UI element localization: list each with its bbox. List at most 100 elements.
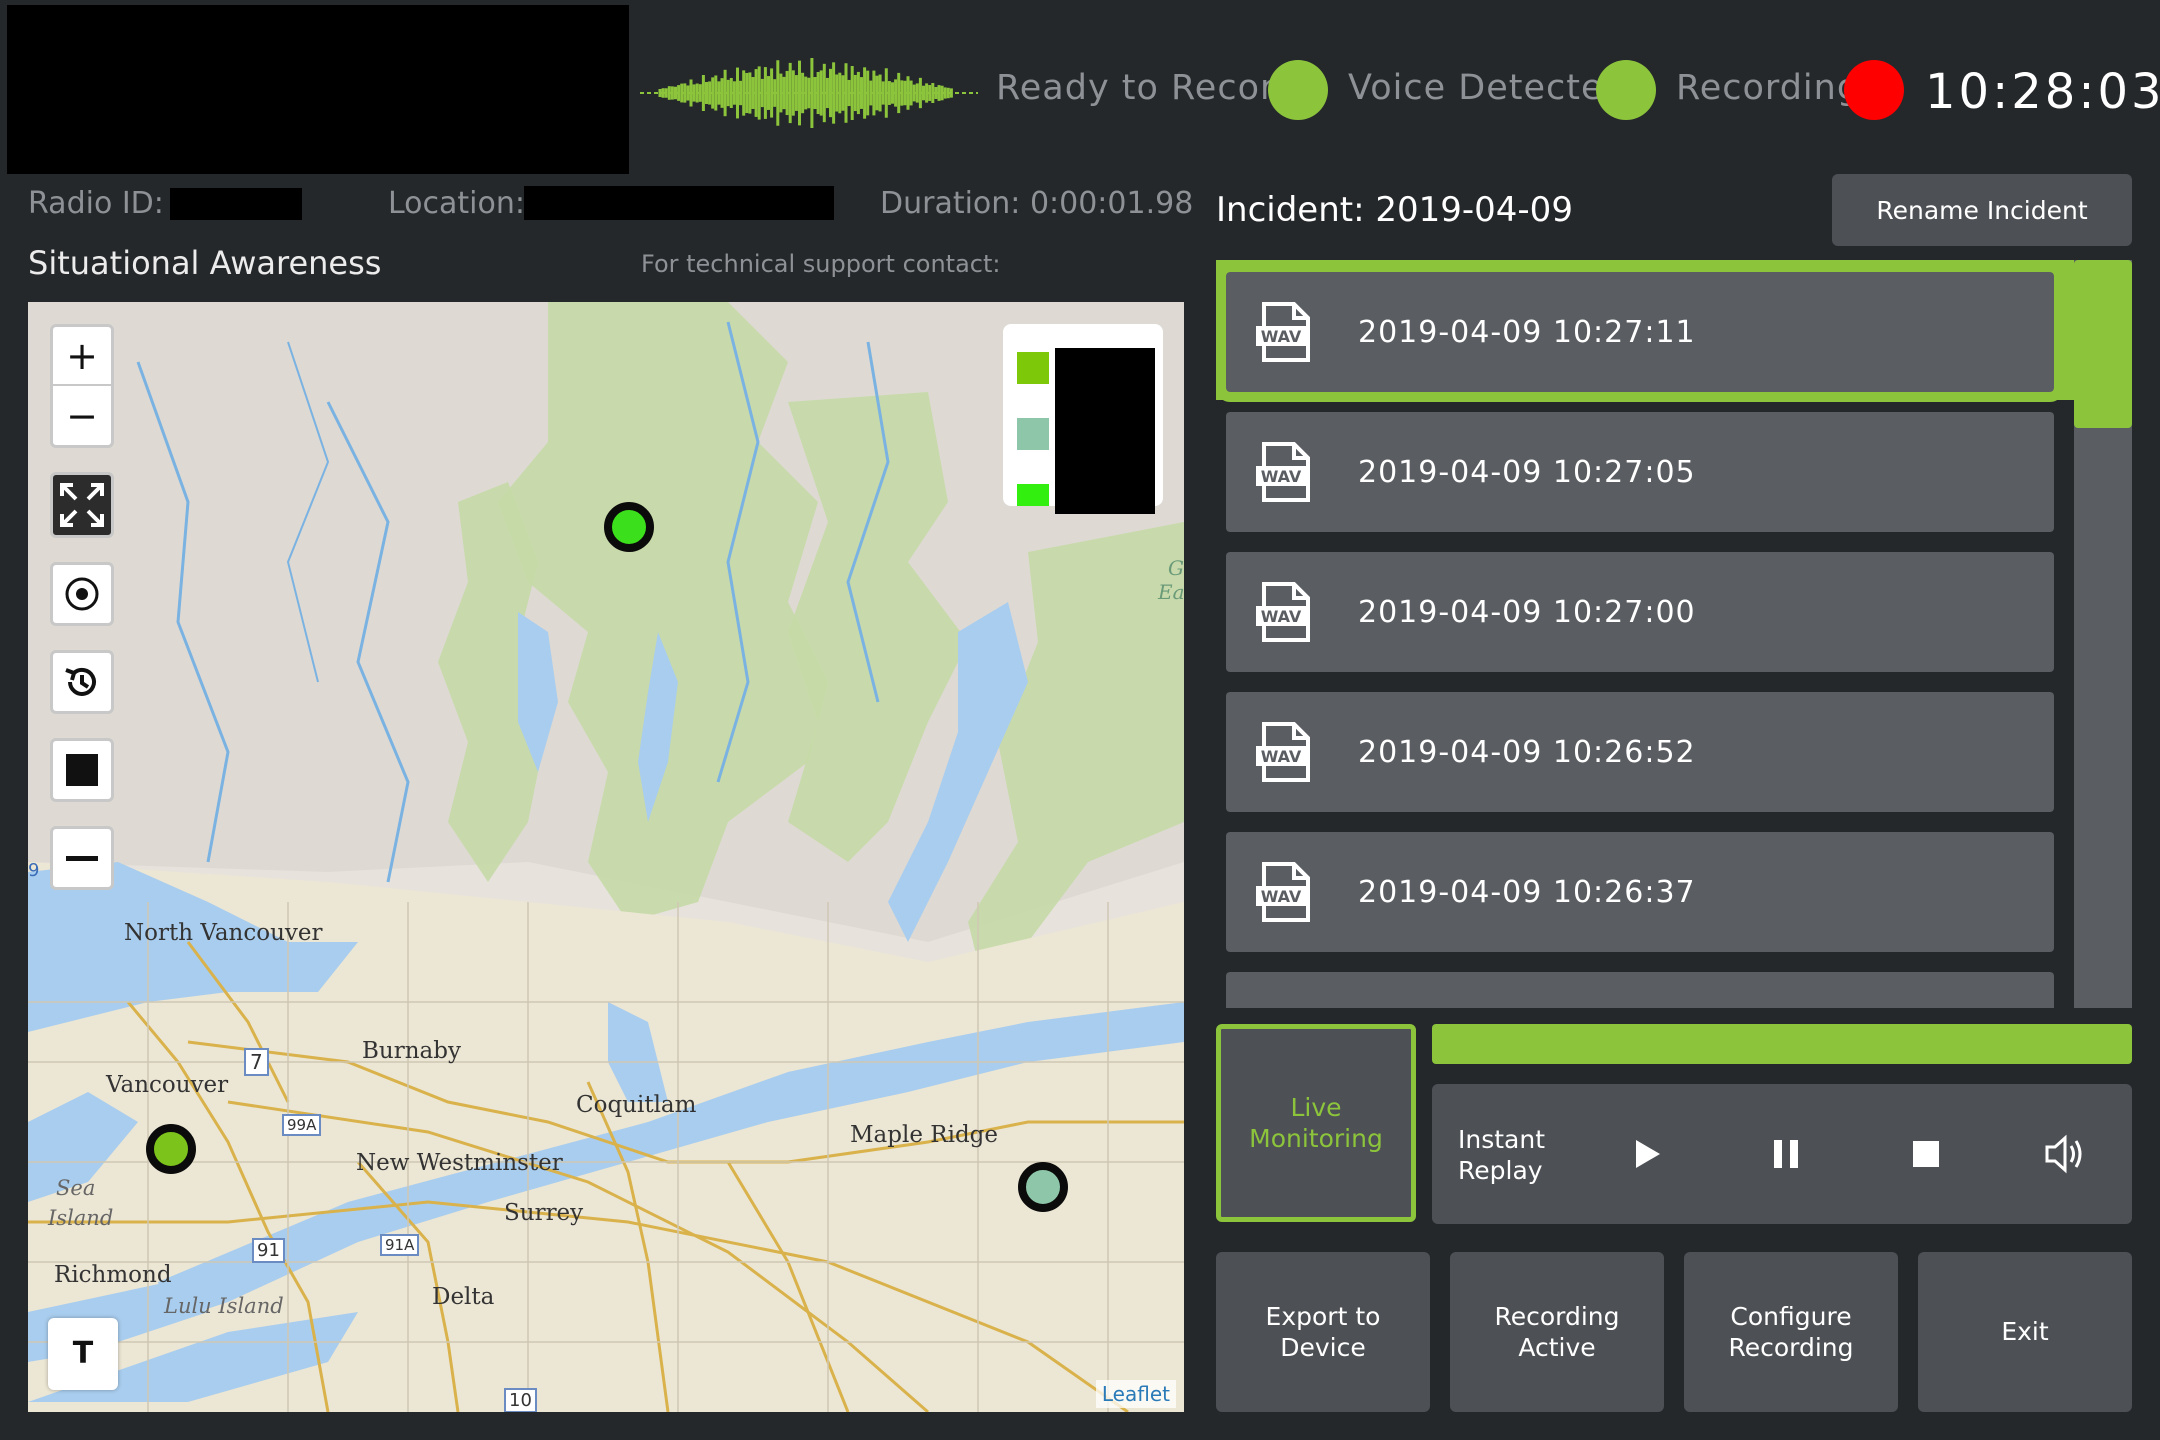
recording-file-item-partial[interactable] [1226,972,2054,1008]
legend-swatch-teal [1017,418,1049,450]
zoom-control: + − [50,324,114,448]
map-label-coquitlam: Coquitlam [576,1092,697,1118]
legend-swatch-bright-green [1017,484,1049,506]
instant-replay-panel: Instant Replay [1432,1084,2132,1224]
map-label-sea: Sea [56,1176,96,1200]
recording-label: Recording [1676,68,1861,108]
square-icon [66,754,98,786]
draw-line-button[interactable] [50,826,114,890]
volume-button[interactable] [2034,1122,2098,1186]
locate-button[interactable] [50,562,114,626]
radio-id-label: Radio ID: [28,186,164,221]
recording-active-label: Recording Active [1494,1301,1620,1362]
recording-file-item[interactable]: WAV 2019-04-09 10:27:05 [1226,412,2054,532]
ready-to-record-indicator [1268,60,1328,120]
recording-file-label: 2019-04-09 10:26:37 [1358,874,1696,910]
legend-swatch-green [1017,352,1049,384]
map-label-new-westminster: New Westminster [356,1150,563,1176]
map-label-maple-ridge: Maple Ridge [850,1122,998,1148]
fullscreen-button[interactable] [50,472,114,538]
map-label-delta: Delta [432,1284,495,1310]
play-icon [1636,1140,1660,1168]
map-label-burnaby: Burnaby [362,1038,461,1064]
map-label-surrey: Surrey [504,1200,584,1226]
zoom-in-button[interactable]: + [53,327,111,387]
stop-button[interactable] [1894,1122,1958,1186]
green-marker-vancouver[interactable] [146,1124,196,1174]
draw-rectangle-button[interactable] [50,738,114,802]
target-icon [65,577,99,611]
map-edge-label-9: 9 [28,860,40,881]
voice-detected-indicator [1596,60,1656,120]
highway-7-shield: 7 [244,1048,269,1076]
stop-icon [1913,1141,1939,1167]
exit-button[interactable]: Exit [1918,1252,2132,1412]
playback-progress-bar[interactable] [1432,1024,2132,1064]
fullscreen-icon [60,483,104,527]
legend-labels-redacted [1055,348,1155,514]
recording-file-item[interactable]: WAV 2019-04-09 10:26:52 [1226,692,2054,812]
live-monitoring-button[interactable]: Live Monitoring [1216,1024,1416,1222]
support-contact-text: For technical support contact: [641,250,1001,278]
map-edge-label-g: G [1168,556,1184,580]
wav-file-icon: WAV [1256,722,1310,782]
wav-file-icon: WAV [1256,442,1310,502]
history-button[interactable] [50,650,114,714]
export-to-device-label: Export to Device [1265,1301,1381,1362]
recording-file-item[interactable]: WAV 2019-04-09 10:27:00 [1226,552,2054,672]
pause-icon [1774,1140,1798,1168]
map-legend [1003,324,1163,514]
text-tool-button[interactable]: T [48,1318,118,1390]
speaker-icon [2045,1134,2082,1174]
map-edge-label-ea: Ea [1158,580,1184,604]
wav-file-icon: WAV [1256,582,1310,642]
recording-file-label: 2019-04-09 10:27:11 [1358,314,1696,350]
map-label-north-vancouver: North Vancouver [124,920,323,946]
highway-91a-shield: 91A [380,1234,420,1256]
location-label: Location: [388,186,525,221]
highway-10-shield: 10 [504,1388,537,1412]
recording-active-button[interactable]: Recording Active [1450,1252,1664,1412]
recording-indicator [1844,60,1904,120]
incident-title: Incident: 2019-04-09 [1216,190,1573,230]
instant-replay-label: Instant Replay [1458,1125,1546,1186]
recording-file-label: 2019-04-09 10:27:05 [1358,454,1696,490]
leaflet-attribution-link[interactable]: Leaflet [1095,1380,1176,1408]
rename-incident-button[interactable]: Rename Incident [1832,174,2132,246]
map-label-lulu-island: Lulu Island [164,1294,284,1318]
svg-text:WAV: WAV [1261,607,1302,626]
map-label-richmond: Richmond [54,1262,172,1288]
highway-99a-shield: 99A [282,1114,322,1136]
recording-file-item[interactable]: WAV 2019-04-09 10:27:11 [1216,262,2064,402]
map-view[interactable]: North Vancouver Vancouver Burnaby Coquit… [28,302,1184,1412]
highway-91-shield: 91 [252,1238,285,1263]
play-button[interactable] [1614,1122,1678,1186]
map-label-island: Island [48,1206,114,1230]
svg-text:WAV: WAV [1261,747,1302,766]
history-icon [65,667,96,696]
teal-marker-maple-ridge[interactable] [1018,1162,1068,1212]
svg-text:WAV: WAV [1261,327,1302,346]
green-marker-north[interactable] [604,502,654,552]
exit-label: Exit [2001,1317,2049,1347]
recording-file-label: 2019-04-09 10:27:00 [1358,594,1696,630]
zoom-out-button[interactable]: − [53,386,111,445]
export-to-device-button[interactable]: Export to Device [1216,1252,1430,1412]
location-redacted [524,186,834,220]
radio-id-redacted [170,188,302,220]
pause-button[interactable] [1754,1122,1818,1186]
scrollbar-thumb[interactable] [2074,260,2132,428]
recording-file-item[interactable]: WAV 2019-04-09 10:26:37 [1226,832,2054,952]
wav-file-icon: WAV [1256,862,1310,922]
clock: 10:28:03 [1925,64,2160,120]
situational-awareness-title: Situational Awareness [28,244,382,282]
recording-file-label: 2019-04-09 10:26:52 [1358,734,1696,770]
svg-text:WAV: WAV [1261,467,1302,486]
voice-detected-label: Voice Detected [1348,68,1627,108]
wav-file-icon: WAV [1256,302,1310,362]
ready-to-record-label: Ready to Record [996,68,1298,108]
duration-label: Duration: 0:00:01.98 [880,186,1194,221]
configure-recording-button[interactable]: Configure Recording [1684,1252,1898,1412]
configure-recording-label: Configure Recording [1728,1301,1854,1362]
audio-waveform [640,58,978,128]
